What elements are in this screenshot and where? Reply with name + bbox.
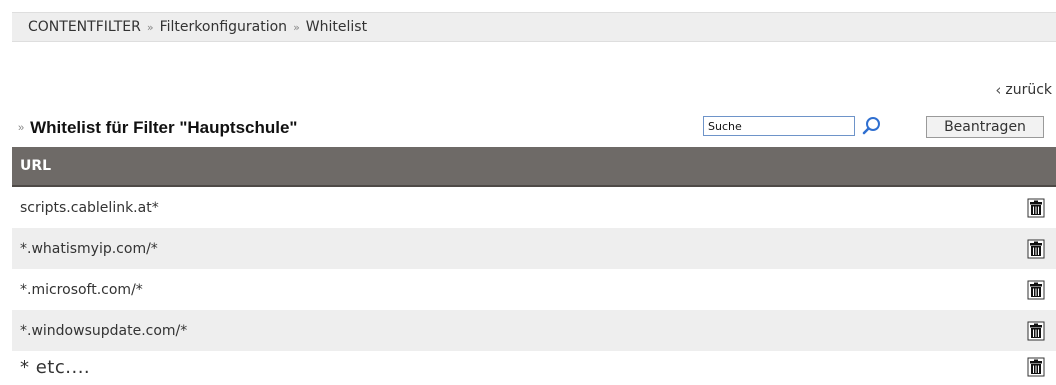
beantragen-button[interactable]: Beantragen xyxy=(926,116,1044,138)
url-cell: scripts.cablelink.at* xyxy=(20,199,159,216)
search-input[interactable] xyxy=(703,116,855,136)
table-row: *.microsoft.com/* xyxy=(12,269,1056,310)
section-arrow-icon: » xyxy=(18,122,25,134)
magnifier-icon[interactable] xyxy=(861,115,883,137)
section-title: » Whitelist für Filter "Hauptschule" xyxy=(18,118,298,138)
trash-icon[interactable] xyxy=(1026,357,1046,377)
whitelist-table: URL scripts.cablelink.at* *.whatismyip.c… xyxy=(12,147,1056,383)
table-row: *.whatismyip.com/* xyxy=(12,228,1056,269)
trash-icon[interactable] xyxy=(1026,198,1046,218)
table-row: * etc.... xyxy=(12,351,1056,383)
url-cell: *.microsoft.com/* xyxy=(20,281,143,298)
breadcrumb-item-contentfilter[interactable]: CONTENTFILTER xyxy=(28,19,141,35)
trash-icon[interactable] xyxy=(1026,280,1046,300)
url-cell: *.windowsupdate.com/* xyxy=(20,322,188,339)
section-title-text: Whitelist für Filter "Hauptschule" xyxy=(30,118,298,137)
table-header-url: URL xyxy=(12,147,1056,187)
url-cell: * etc.... xyxy=(20,356,91,378)
back-link-label: zurück xyxy=(1005,82,1052,98)
back-link[interactable]: ‹ zurück xyxy=(995,81,1052,99)
breadcrumb-separator-icon: » xyxy=(146,20,154,34)
table-row: scripts.cablelink.at* xyxy=(12,187,1056,228)
breadcrumb-item-whitelist: Whitelist xyxy=(305,19,368,35)
table-row: *.windowsupdate.com/* xyxy=(12,310,1056,351)
breadcrumb-item-filterkonfiguration[interactable]: Filterkonfiguration xyxy=(160,19,287,35)
breadcrumb-separator-icon: » xyxy=(293,20,300,34)
chevron-left-icon: ‹ xyxy=(995,81,1002,99)
trash-icon[interactable] xyxy=(1026,321,1046,341)
trash-icon[interactable] xyxy=(1026,239,1046,259)
url-cell: *.whatismyip.com/* xyxy=(20,240,158,257)
breadcrumb: CONTENTFILTER » Filterkonfiguration » Wh… xyxy=(12,12,1056,42)
